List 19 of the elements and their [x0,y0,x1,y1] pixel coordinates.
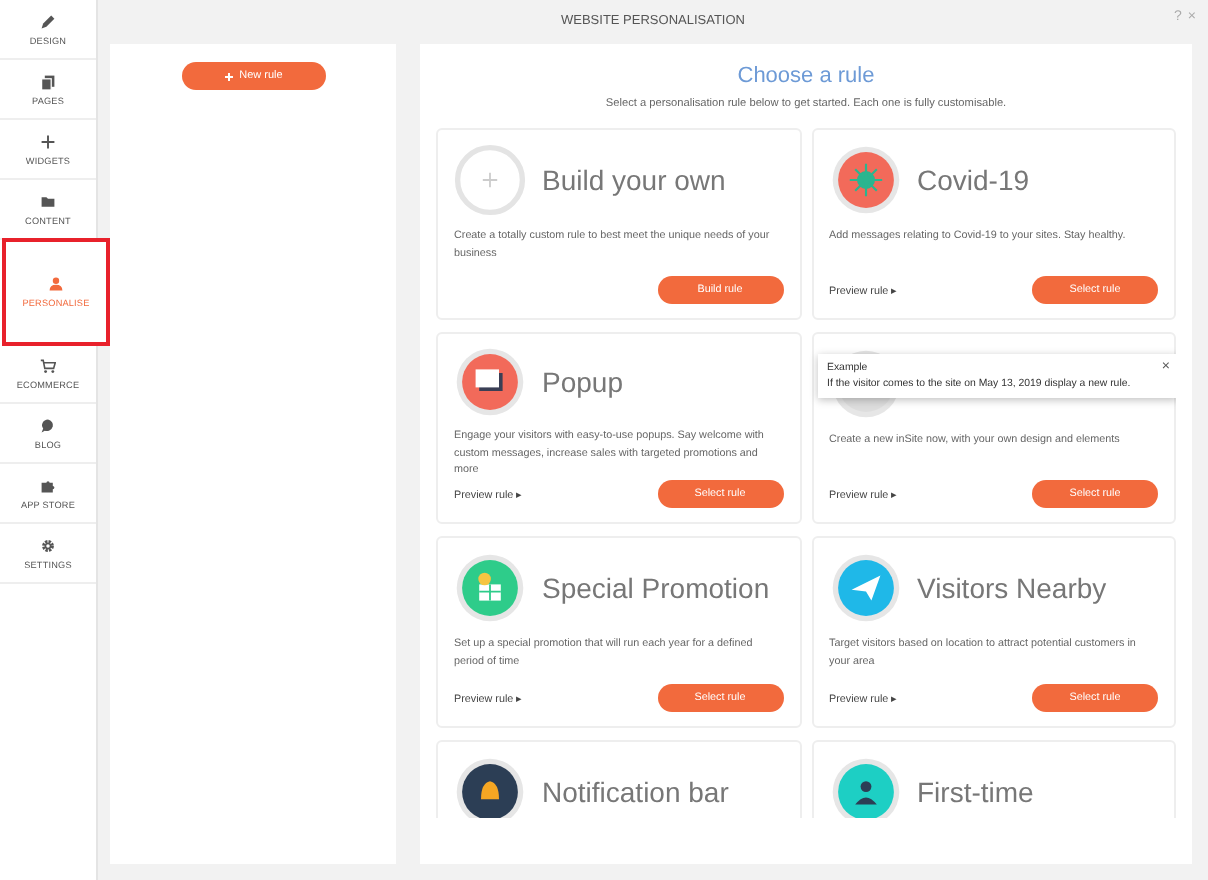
card-title: Special Promotion [542,573,770,603]
card-title: Covid-19 [917,165,1030,195]
plus-icon [40,133,56,149]
heading: Choose a rule [737,64,875,88]
folder-icon [40,193,56,209]
pages-icon [40,73,56,89]
plus-icon [223,71,234,81]
plus-circle-icon [454,144,526,216]
card-title: Notification bar [542,777,729,807]
card-title: First-time [917,777,1034,807]
card-title: Build your own [542,165,726,195]
pencil-icon [40,13,56,29]
speech-bubble-icon [40,417,56,433]
puzzle-icon [40,477,56,493]
person-icon [48,275,64,291]
cart-icon [40,357,56,373]
card-title: Popup [542,367,623,397]
card-title: Visitors Nearby [917,573,1107,603]
settings-icon [40,537,56,553]
